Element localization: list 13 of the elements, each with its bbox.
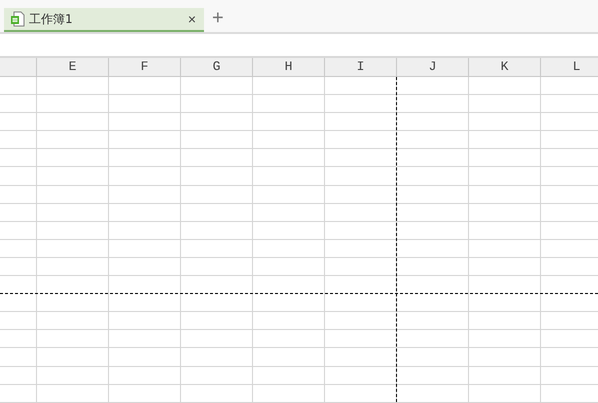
column-header[interactable]: I — [325, 58, 397, 76]
column-header[interactable]: F — [109, 58, 181, 76]
column-header[interactable]: G — [181, 58, 253, 76]
new-tab-button[interactable]: + — [208, 8, 228, 28]
column-header[interactable]: E — [37, 58, 109, 76]
column-header[interactable]: L — [541, 58, 598, 76]
spreadsheet-icon — [10, 11, 25, 27]
column-header[interactable]: K — [469, 58, 541, 76]
tab-label: 工作簿1 — [29, 10, 74, 28]
column-header[interactable]: J — [397, 58, 469, 76]
close-tab-button[interactable]: × — [186, 12, 198, 26]
workbook-tab[interactable]: 工作簿1 × — [4, 8, 204, 32]
column-header[interactable]: H — [253, 58, 325, 76]
